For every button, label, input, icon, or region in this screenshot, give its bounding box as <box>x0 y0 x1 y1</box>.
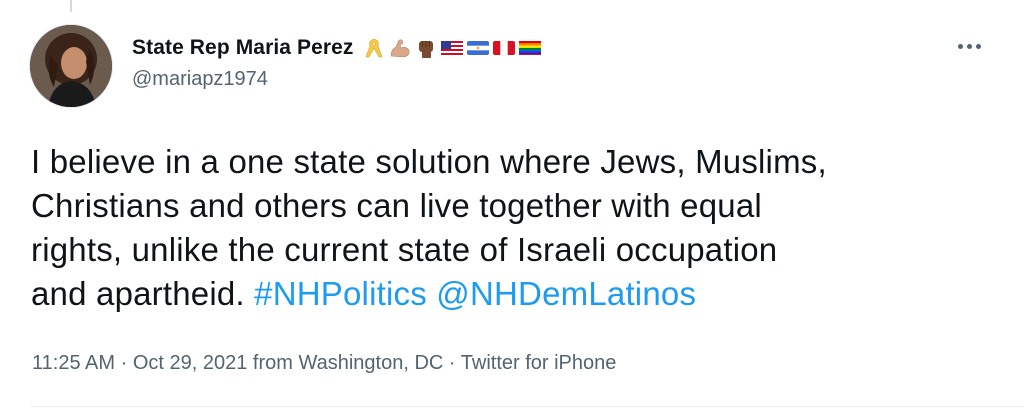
author-name-row: State Rep Maria Perez <box>132 34 542 62</box>
tweet-text-line: and apartheid. #NHPolitics @NHDemLatinos <box>31 272 991 316</box>
tweet-source-link[interactable]: Twitter for iPhone <box>461 352 617 374</box>
avatar[interactable] <box>29 24 113 108</box>
tweet-text: I believe in a one state solution where … <box>31 140 991 316</box>
tweet-text-line: I believe in a one state solution where … <box>31 143 827 180</box>
thread-connector-line <box>70 0 72 12</box>
tweet-text-line: rights, unlike the current state of Isra… <box>31 231 778 268</box>
name-emojis <box>362 37 542 59</box>
meta-separator: · <box>115 352 133 374</box>
tweet-metadata: 11:25 AM · Oct 29, 2021 from Washington,… <box>32 352 616 375</box>
tweet-time-link[interactable]: 11:25 AM · Oct 29, 2021 <box>32 352 247 374</box>
more-options-button[interactable] <box>952 34 986 58</box>
tweet-header: State Rep Maria Perez @mariapz1974 <box>132 34 542 91</box>
hashtag-link[interactable]: #NHPolitics <box>254 275 427 312</box>
peru-flag-icon <box>492 41 515 55</box>
yellow-ribbon-icon <box>365 38 382 58</box>
tweet-location: from Washington, DC <box>247 352 444 374</box>
meta-separator: · <box>443 352 461 374</box>
mention-link[interactable]: @NHDemLatinos <box>436 275 696 312</box>
more-dot-icon <box>957 43 963 49</box>
rainbow-flag-icon <box>518 41 541 55</box>
us-flag-icon <box>440 41 463 55</box>
tweet-date: Oct 29, 2021 <box>132 352 248 374</box>
divider <box>30 406 1024 407</box>
author-display-name[interactable]: State Rep Maria Perez <box>132 36 354 60</box>
author-handle[interactable]: @mariapz1974 <box>132 68 542 91</box>
avatar-photo <box>30 25 112 107</box>
tweet-time: 11:25 AM <box>32 352 116 374</box>
more-dot-icon <box>975 43 981 49</box>
flexed-biceps-icon <box>390 39 409 58</box>
tweet-text-segment: and apartheid. <box>31 275 255 312</box>
nicaragua-flag-icon <box>466 41 489 55</box>
raised-fist-icon <box>418 41 433 58</box>
tweet-text-line: Christians and others can live together … <box>31 187 762 224</box>
more-dot-icon <box>966 43 972 49</box>
